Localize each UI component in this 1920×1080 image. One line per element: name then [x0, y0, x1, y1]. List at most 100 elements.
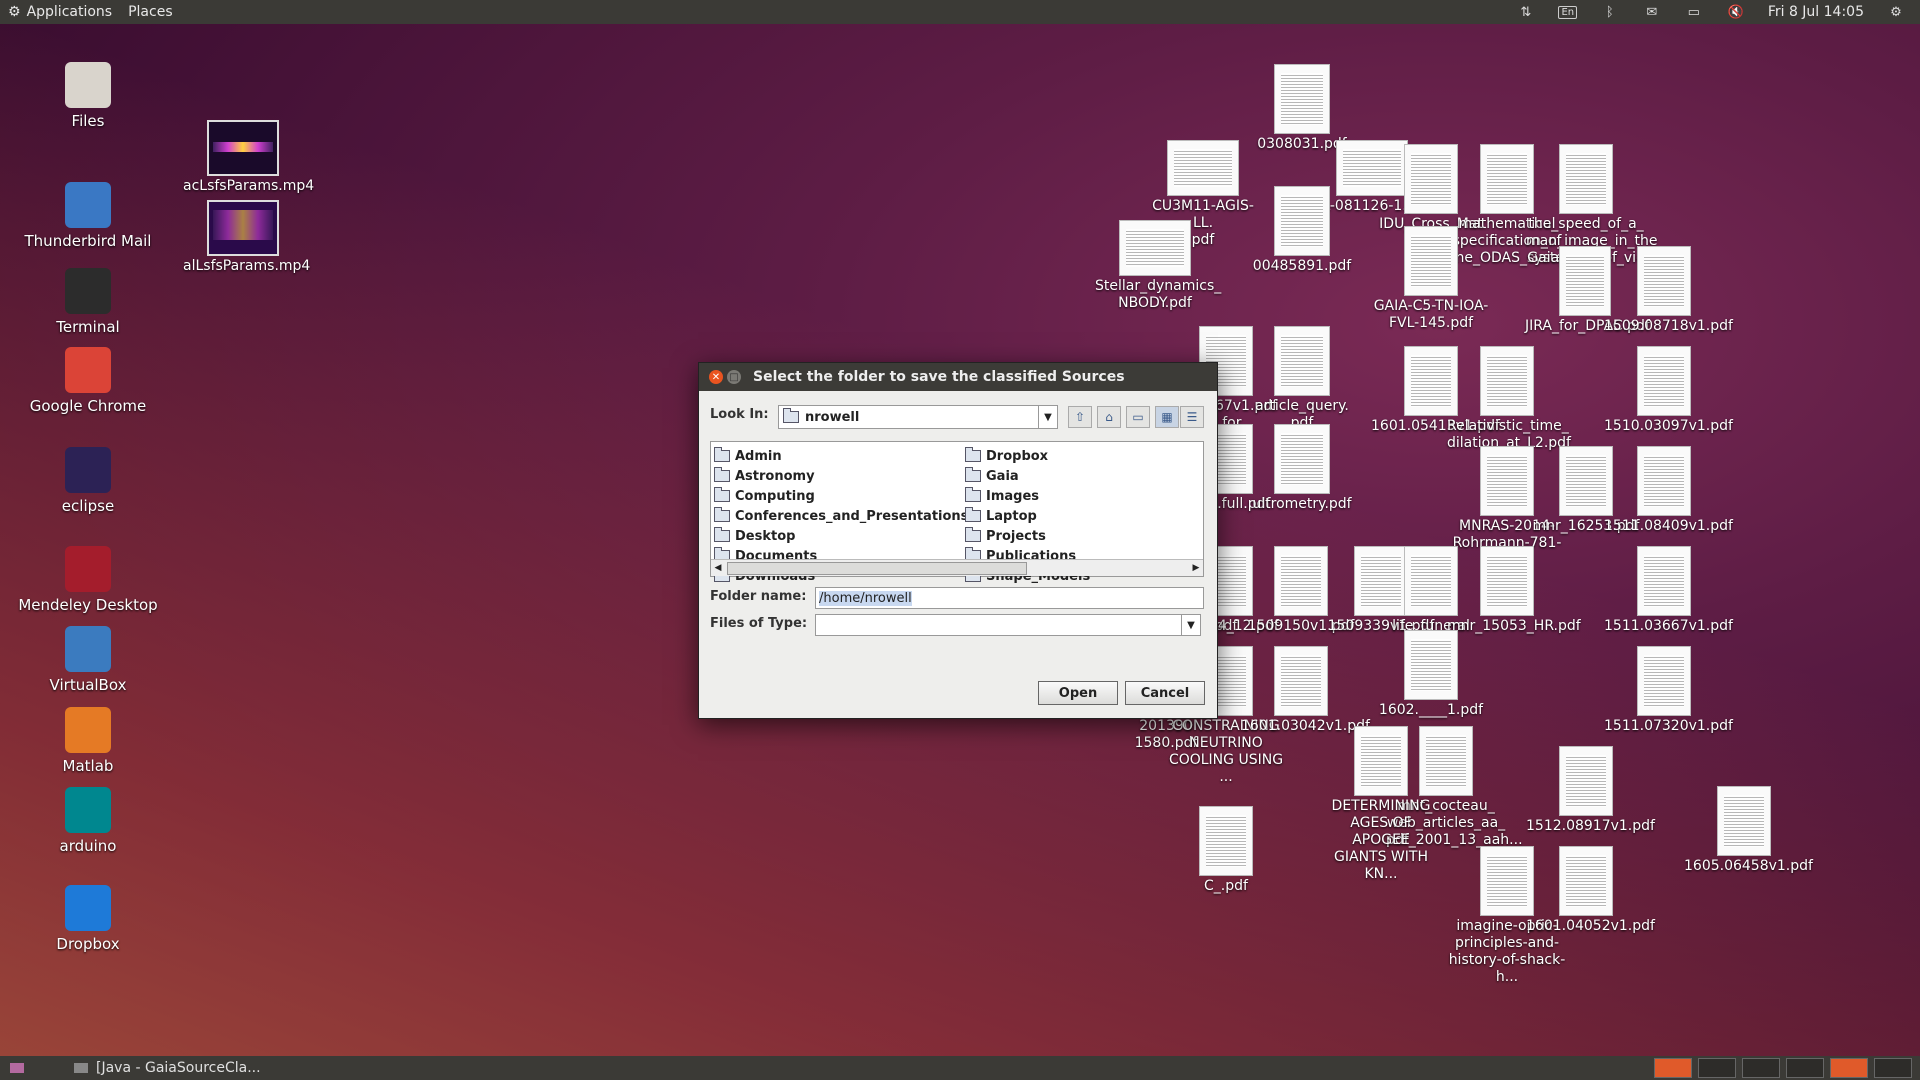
bluetooth-icon[interactable]: ᛒ [1600, 4, 1620, 20]
mail-icon[interactable]: ✉ [1642, 4, 1662, 20]
folder-item[interactable]: Astronomy [714, 466, 968, 486]
desktop-file-item[interactable]: C_.pdf [1166, 806, 1286, 895]
show-desktop-button[interactable] [0, 1063, 34, 1073]
network-transfer-icon[interactable]: ⇅ [1516, 4, 1536, 20]
launcher-item[interactable]: Dropbox [18, 885, 158, 953]
keyboard-layout-indicator[interactable]: En [1558, 4, 1578, 20]
workspace-1[interactable] [1654, 1058, 1692, 1078]
matlab-icon [65, 707, 111, 753]
pdf-thumbnail [1404, 226, 1458, 296]
folder-item[interactable]: Projects [965, 526, 1090, 546]
volume-muted-icon[interactable]: 🔇 [1726, 4, 1746, 20]
folder-item[interactable]: Admin [714, 446, 968, 466]
workspace-6[interactable] [1874, 1058, 1912, 1078]
desktop-file-label: 1511.07320v1.pdf [1604, 718, 1733, 734]
folder-item[interactable]: Dropbox [965, 446, 1090, 466]
chevron-down-icon[interactable]: ▼ [1038, 406, 1057, 428]
launcher-item[interactable]: eclipse [18, 447, 158, 515]
list-view-button[interactable]: ▦ [1155, 406, 1179, 428]
desktop-file-item[interactable]: 1511.03667v1.pdf [1604, 546, 1733, 635]
look-in-combobox[interactable]: nrowell ▼ [778, 405, 1058, 429]
folder-list: Admin Astronomy Computing Conferences_and_P… [710, 441, 1204, 584]
desktop-file-item[interactable]: 1509.08718v1.pdf [1604, 246, 1733, 335]
launcher-item[interactable]: Files [18, 62, 158, 130]
launcher-item[interactable]: Terminal [18, 268, 158, 336]
new-folder-button[interactable]: ▭ [1126, 406, 1150, 428]
details-view-button[interactable]: ☰ [1180, 406, 1204, 428]
launcher-item[interactable]: Google Chrome [18, 347, 158, 415]
desktop-file-item[interactable]: 1601.03042v1.pdf [1241, 646, 1370, 735]
desktop-file-item[interactable]: Stellar_dynamics_ NBODY.pdf [1095, 220, 1221, 312]
desktop-file-item[interactable]: Relativistic_time_ dilation_at_L2.pdf [1447, 346, 1571, 452]
files-of-type-combobox[interactable]: ▼ [815, 614, 1201, 636]
desktop-file-item[interactable]: article_query. pdf [1242, 326, 1362, 432]
desktop-file-item[interactable]: 1510.03097v1.pdf [1604, 346, 1733, 435]
horizontal-scrollbar[interactable]: ◀ ▶ [711, 559, 1203, 576]
desktop-video-item[interactable]: alLsfsParams.mp4 [183, 200, 310, 275]
desktop-file-item[interactable]: 1602.____1.pdf [1371, 630, 1491, 719]
clock[interactable]: Fri 8 Jul 14:05 [1768, 4, 1864, 20]
launcher-label: arduino [59, 837, 117, 855]
desktop-file-item[interactable]: DETERMINING AGES OF APOGEE GIANTS WITH K… [1321, 726, 1441, 883]
pdf-thumbnail [1274, 186, 1330, 256]
desktop-file-item[interactable]: 1512.08917v1.pdf [1526, 746, 1655, 835]
workspace-5[interactable] [1830, 1058, 1868, 1078]
folder-item-label: Admin [735, 448, 782, 464]
launcher-item[interactable]: Mendeley Desktop [18, 546, 158, 614]
folder-icon [965, 507, 981, 522]
desktop-file-label: C_.pdf [1204, 878, 1248, 894]
desktop-file-label: ultrometry.pdf [1252, 496, 1352, 512]
workspace-2[interactable] [1698, 1058, 1736, 1078]
desktop-file-item[interactable]: 1601.04052v1.pdf [1526, 846, 1655, 935]
cancel-button[interactable]: Cancel [1125, 681, 1205, 705]
applications-menu[interactable]: ⚙ Applications [0, 4, 120, 20]
desktop-file-label: 1601.04052v1.pdf [1526, 918, 1655, 934]
folder-icon [714, 487, 730, 502]
folder-item[interactable]: Desktop [714, 526, 968, 546]
dropbox-icon [65, 885, 111, 931]
folder-icon [714, 527, 730, 542]
up-one-level-button[interactable]: ⇧ [1068, 406, 1092, 428]
desktop-file-item[interactable]: ultrometry.pdf [1242, 424, 1362, 513]
launcher-item[interactable]: Matlab [18, 707, 158, 775]
desktop-video-item[interactable]: acLsfsParams.mp4 [183, 120, 314, 195]
launcher-item[interactable]: arduino [18, 787, 158, 855]
mendeley-icon [65, 546, 111, 592]
folder-name-input[interactable]: /home/nrowell [815, 587, 1204, 609]
pdf-thumbnail [1354, 726, 1408, 796]
open-button[interactable]: Open [1038, 681, 1118, 705]
close-icon[interactable]: ✕ [709, 370, 723, 384]
maximize-icon[interactable]: □ [727, 370, 741, 384]
dialog-titlebar[interactable]: ✕ □ Select the folder to save the classi… [699, 363, 1217, 391]
files-of-type-row: Files of Type: [710, 616, 807, 631]
launcher-item[interactable]: Thunderbird Mail [18, 182, 158, 250]
chevron-down-icon[interactable]: ▼ [1181, 615, 1200, 635]
launcher-item[interactable]: VirtualBox [18, 626, 158, 694]
pdf-thumbnail [1637, 446, 1691, 516]
places-menu[interactable]: Places [120, 4, 181, 20]
scrollbar-thumb[interactable] [727, 562, 1027, 575]
settings-gear-icon[interactable]: ⚙ [1886, 4, 1906, 20]
desktop-file-item[interactable]: 1511.08409v1.pdf [1604, 446, 1733, 535]
folder-item[interactable]: Computing [714, 486, 968, 506]
desktop-file-item[interactable]: 1605.06458v1.pdf [1684, 786, 1813, 875]
scroll-right-icon[interactable]: ▶ [1189, 560, 1203, 576]
folder-item[interactable]: Gaia [965, 466, 1090, 486]
desktop-file-item[interactable]: GAIA-C5-TN-IOA- FVL-145.pdf [1371, 226, 1491, 332]
scroll-left-icon[interactable]: ◀ [711, 560, 725, 576]
launcher-label: Google Chrome [29, 397, 147, 415]
battery-icon[interactable]: ▭ [1684, 4, 1704, 20]
workspace-4[interactable] [1786, 1058, 1824, 1078]
folder-item[interactable]: Conferences_and_Presentations [714, 506, 968, 526]
pdf-thumbnail [1637, 246, 1691, 316]
desktop-file-item[interactable]: mnr_15053_HR.pdf [1447, 546, 1581, 635]
desktop-file-label: Stellar_dynamics_ NBODY.pdf [1095, 278, 1222, 311]
folder-item[interactable]: Images [965, 486, 1090, 506]
folder-item[interactable]: Laptop [965, 506, 1090, 526]
pdf-thumbnail [1717, 786, 1771, 856]
home-button[interactable]: ⌂ [1097, 406, 1121, 428]
desktop-file-item[interactable]: 00485891.pdf [1242, 186, 1362, 275]
taskbar-window-java[interactable]: [Java - GaiaSourceCla... [64, 1060, 271, 1076]
workspace-3[interactable] [1742, 1058, 1780, 1078]
desktop-file-item[interactable]: 1511.07320v1.pdf [1604, 646, 1733, 735]
